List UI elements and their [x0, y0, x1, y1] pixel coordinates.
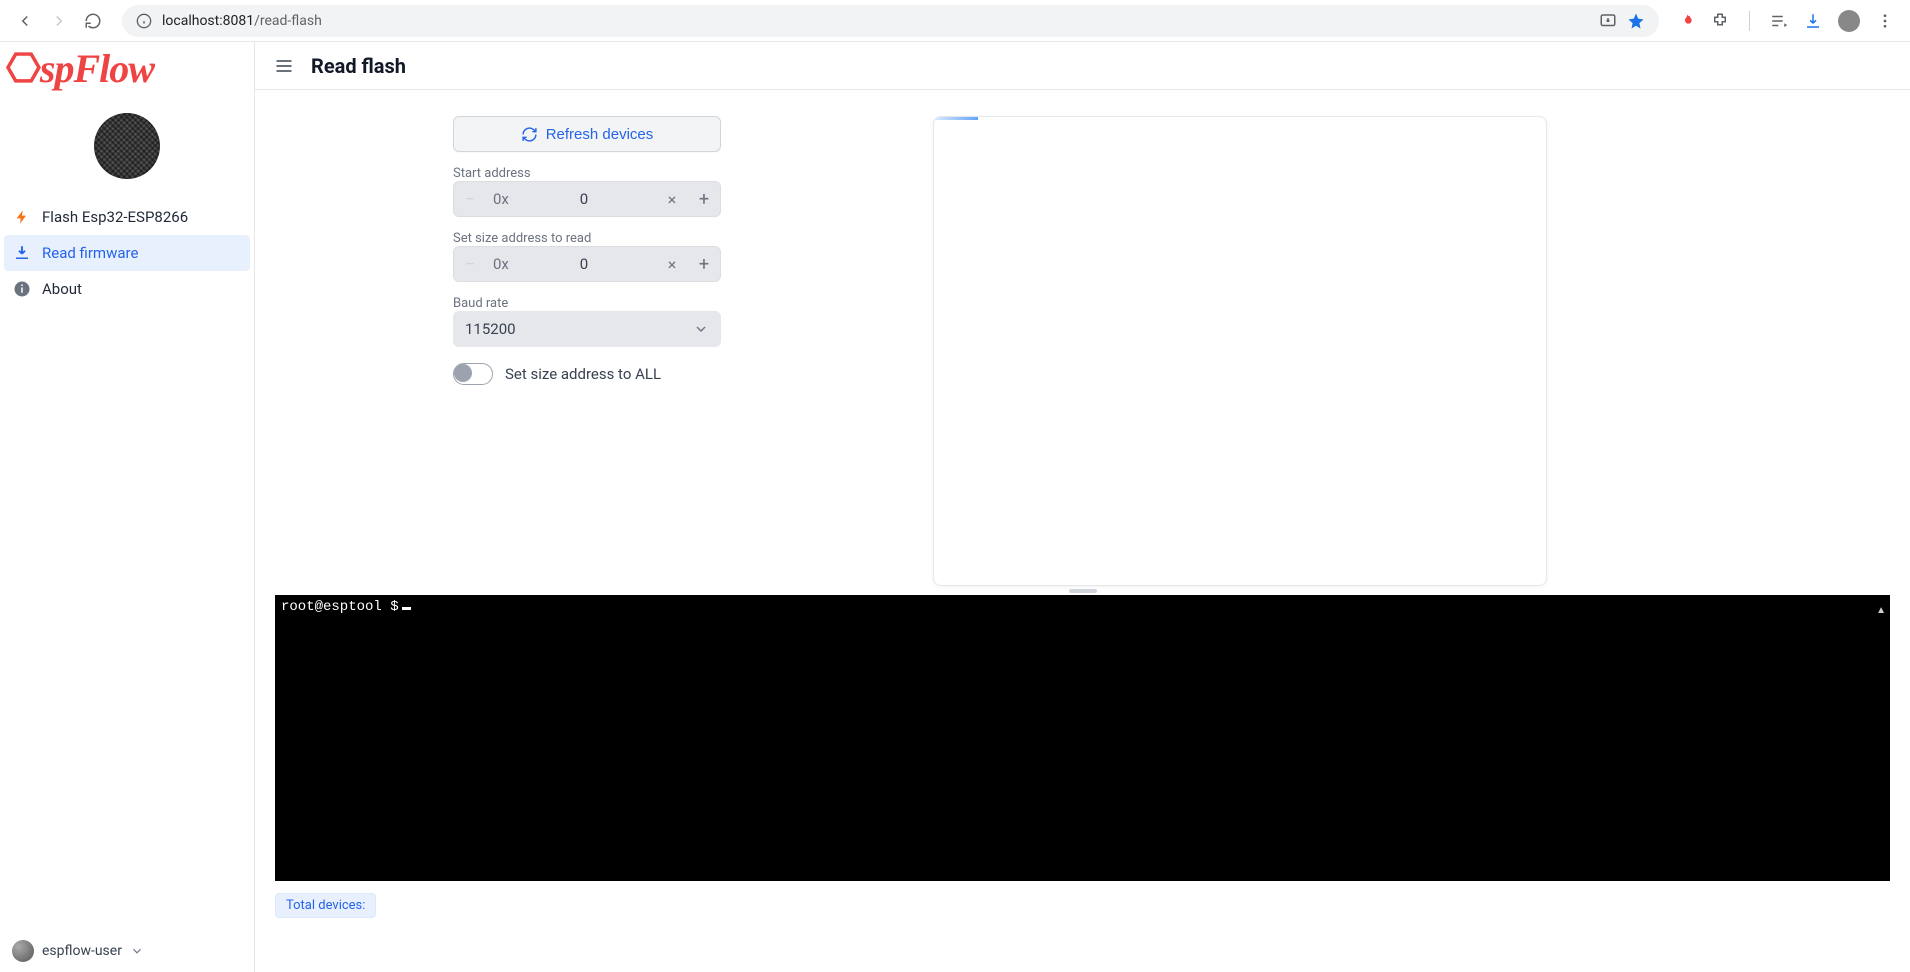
scroll-up-arrow-icon[interactable]: ▲	[1876, 605, 1886, 616]
size-all-toggle-label: Set size address to ALL	[505, 365, 661, 383]
sidebar-item-about[interactable]: About	[0, 271, 254, 307]
increment-button[interactable]: +	[687, 181, 721, 217]
terminal-prompt: root@esptool $	[281, 599, 399, 615]
sidebar-item-label: Read firmware	[42, 244, 138, 262]
topbar: Read flash	[255, 42, 1910, 90]
total-devices-badge: Total devices:	[275, 893, 376, 918]
size-address-label: Set size address to read	[453, 231, 885, 246]
size-address-input[interactable]: − 0x 0 × +	[453, 246, 721, 282]
hex-prefix: 0x	[487, 255, 511, 273]
flame-icon[interactable]	[1679, 12, 1695, 30]
sidebar-item-read-firmware[interactable]: Read firmware	[4, 235, 250, 271]
page-title: Read flash	[311, 54, 406, 78]
refresh-icon	[521, 126, 538, 143]
sidebar: ⎔spFlow Flash Esp32-ESP8266 Read firmwar…	[0, 42, 255, 972]
sidebar-item-flash[interactable]: Flash Esp32-ESP8266	[0, 199, 254, 235]
decrement-button[interactable]: −	[453, 181, 487, 217]
browser-toolbar: localhost:8081/read-flash	[0, 0, 1910, 42]
divider	[1749, 11, 1750, 31]
app-logo: ⎔spFlow	[0, 42, 254, 93]
mini-avatar-icon	[12, 940, 34, 962]
start-address-input[interactable]: − 0x 0 × +	[453, 181, 721, 217]
bolt-icon	[12, 207, 32, 227]
baud-rate-select[interactable]: 115200	[453, 311, 721, 347]
address-bar[interactable]: localhost:8081/read-flash	[122, 5, 1659, 37]
reload-icon[interactable]	[84, 12, 102, 30]
install-app-icon[interactable]	[1599, 12, 1617, 30]
playlist-icon[interactable]	[1770, 12, 1788, 30]
terminal-cursor	[402, 607, 411, 610]
refresh-button-label: Refresh devices	[546, 126, 654, 143]
sidebar-user-name: espflow-user	[42, 943, 122, 959]
forward-icon[interactable]	[50, 12, 68, 30]
bookmark-star-icon[interactable]	[1627, 12, 1645, 30]
baud-rate-label: Baud rate	[453, 296, 885, 311]
size-all-toggle[interactable]	[453, 363, 493, 385]
split-handle[interactable]	[255, 586, 1910, 595]
hex-prefix: 0x	[487, 190, 511, 208]
sidebar-item-label: Flash Esp32-ESP8266	[42, 208, 188, 226]
site-info-icon[interactable]	[136, 13, 152, 29]
back-icon[interactable]	[16, 12, 34, 30]
user-avatar[interactable]	[94, 113, 160, 179]
url-host: localhost:8081/read-flash	[162, 13, 322, 29]
profile-avatar-icon[interactable]	[1838, 10, 1860, 32]
download-icon	[12, 243, 32, 263]
decrement-button[interactable]: −	[453, 246, 487, 282]
extensions-icon[interactable]	[1711, 12, 1729, 30]
increment-button[interactable]: +	[687, 246, 721, 282]
chevron-down-icon	[693, 321, 709, 337]
downloads-icon[interactable]	[1804, 12, 1822, 30]
size-address-value: 0	[511, 255, 657, 273]
clear-button[interactable]: ×	[657, 255, 687, 274]
sidebar-item-label: About	[42, 280, 82, 298]
baud-rate-value: 115200	[465, 320, 516, 338]
device-card	[933, 116, 1547, 586]
refresh-devices-button[interactable]: Refresh devices	[453, 116, 721, 152]
terminal[interactable]: root@esptool $	[275, 595, 1890, 881]
start-address-label: Start address	[453, 166, 885, 181]
sidebar-user[interactable]: espflow-user	[0, 930, 254, 972]
clear-button[interactable]: ×	[657, 190, 687, 209]
info-icon	[12, 279, 32, 299]
kebab-menu-icon[interactable]	[1876, 12, 1894, 30]
start-address-value: 0	[511, 190, 657, 208]
hamburger-menu-icon[interactable]	[273, 55, 295, 77]
chevron-down-icon	[130, 944, 144, 958]
loading-indicator	[934, 117, 978, 120]
